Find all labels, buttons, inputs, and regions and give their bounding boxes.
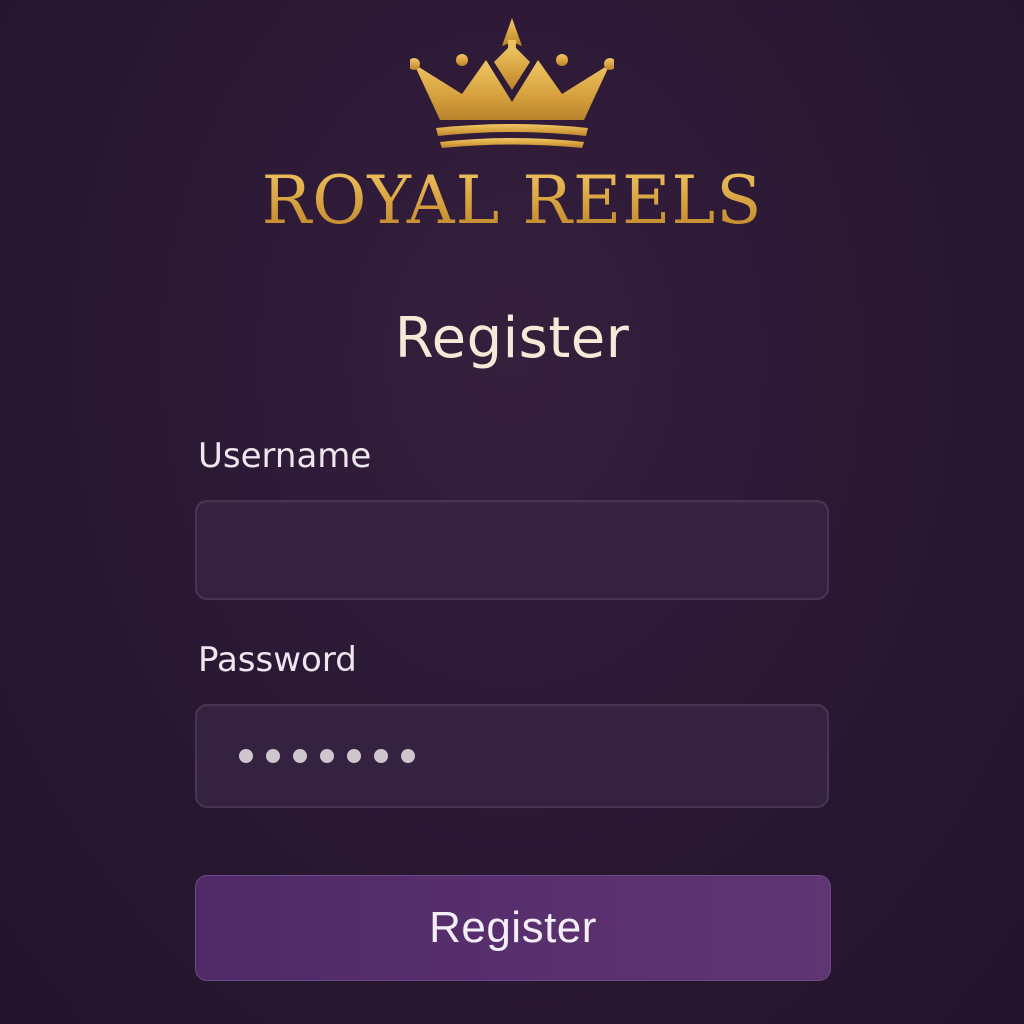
register-button[interactable]: Register (195, 875, 831, 981)
username-input[interactable] (195, 500, 829, 600)
password-dot (374, 749, 388, 763)
password-label: Password (198, 640, 357, 680)
page-title: Register (394, 306, 630, 371)
password-input[interactable] (195, 704, 829, 808)
password-mask (239, 749, 415, 763)
password-dot (347, 749, 361, 763)
brand-name: ROYAL REELS (0, 162, 1024, 239)
password-dot (293, 749, 307, 763)
crown-icon (410, 18, 614, 148)
username-label: Username (198, 436, 372, 476)
password-dot (401, 749, 415, 763)
password-dot (266, 749, 280, 763)
password-dot (239, 749, 253, 763)
password-dot (320, 749, 334, 763)
